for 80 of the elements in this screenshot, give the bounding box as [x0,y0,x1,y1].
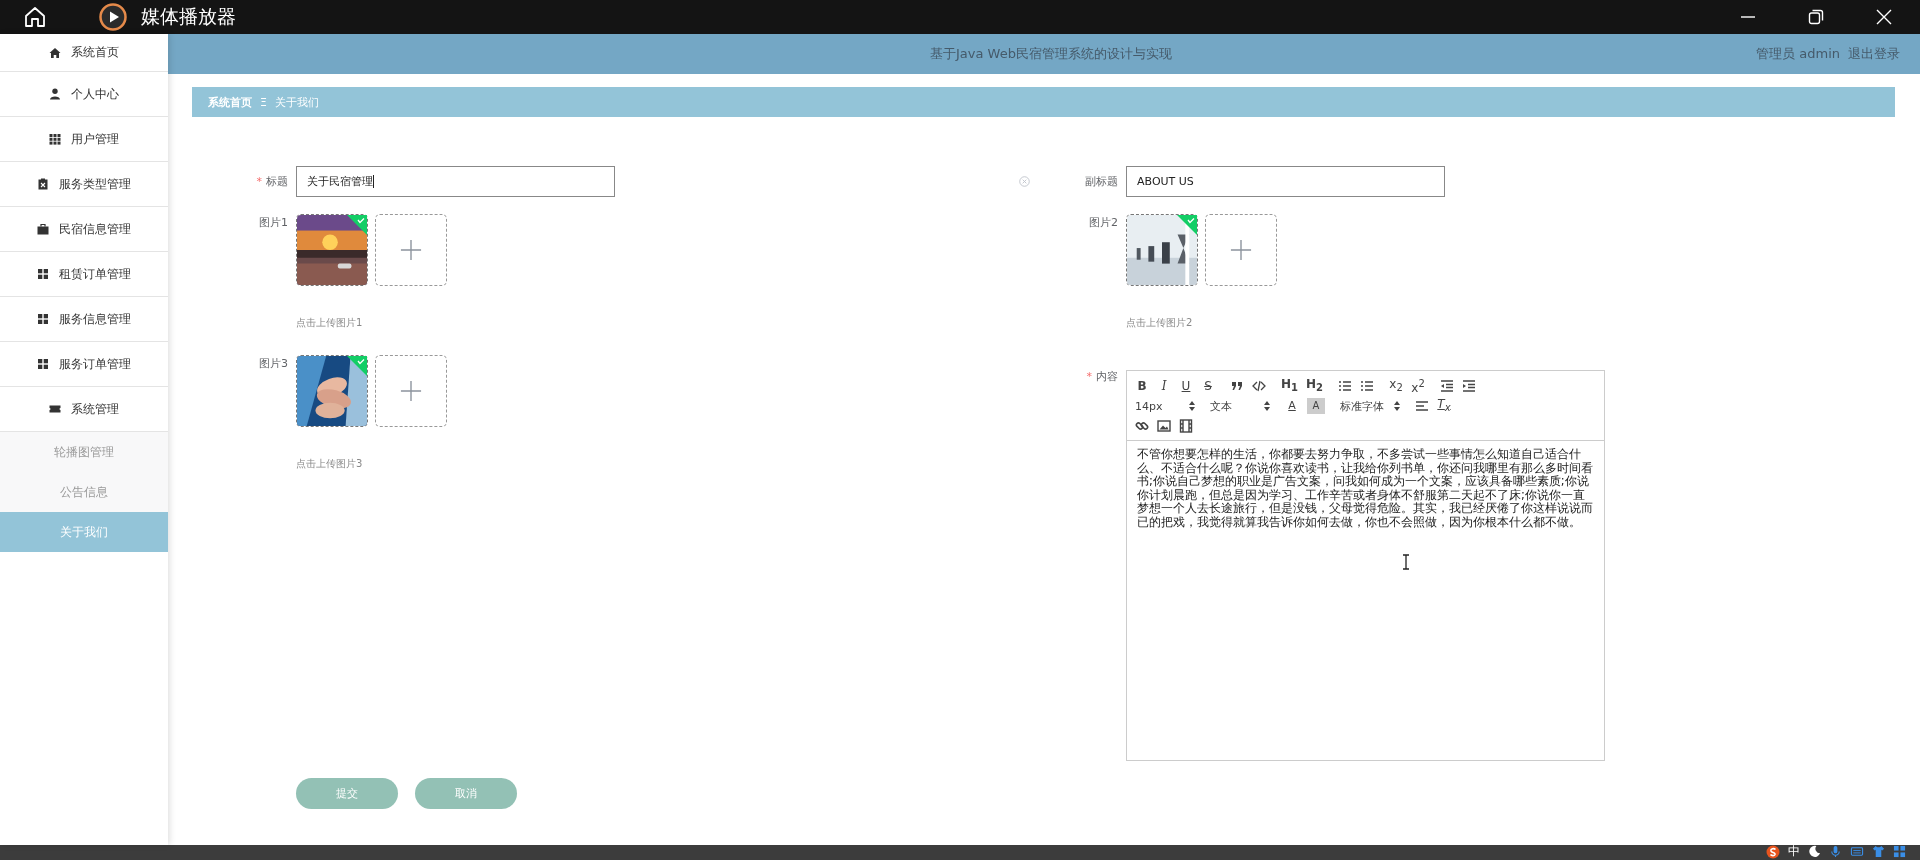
code-icon[interactable] [1252,379,1266,393]
upload-button[interactable] [375,214,447,286]
field-label: * 内容 [1085,370,1118,384]
field-label: 副标题 [1084,174,1118,190]
success-corner-icon [1177,215,1197,235]
keyboard-icon[interactable] [1850,845,1864,858]
video-icon[interactable] [1179,419,1193,433]
moon-icon[interactable] [1808,845,1821,858]
format-button[interactable]: x$^{2}$ [1411,376,1426,396]
sidebar-item[interactable]: 服务信息管理 [0,297,168,342]
image-icon[interactable] [1157,419,1171,433]
sidebar-item[interactable]: 民宿信息管理 [0,207,168,252]
indent-icon[interactable] [1462,379,1477,393]
format-button[interactable]: I [1157,378,1171,394]
squares-icon [37,313,49,325]
grid-icon [49,133,61,145]
plus-icon [400,380,422,402]
format-button[interactable]: U [1179,378,1193,394]
input-method-icon[interactable] [1766,844,1780,859]
squares-icon [37,358,49,370]
updown-icon [1189,401,1195,411]
format-select[interactable]: 标准字体 [1340,398,1400,414]
updown-icon [1394,401,1400,411]
format-button[interactable]: x$_{2}$ [1389,375,1404,397]
app-title: 媒体播放器 [141,4,236,29]
plus-icon [400,239,422,261]
upload-button[interactable] [1205,214,1277,286]
format-button[interactable]: H$_{2}$ [1306,375,1324,397]
close-icon[interactable] [1876,9,1892,25]
plus-icon [1230,239,1252,261]
outdent-icon[interactable] [1440,379,1455,393]
format-button[interactable]: S [1201,378,1215,394]
format-button[interactable]: A [1307,398,1325,414]
sidebar-item[interactable]: 服务类型管理 [0,162,168,207]
link-icon[interactable] [1135,419,1149,433]
upload-hint: 点击上传图片3 [296,457,364,471]
sidebar-item[interactable]: 租赁订单管理 [0,252,168,297]
shirt-icon[interactable] [1872,845,1885,858]
input-mode-label[interactable]: 中 [1788,843,1800,860]
align-icon[interactable] [1415,399,1429,413]
format-select[interactable]: 文本 [1210,398,1270,414]
format-button[interactable]: H$_{1}$ [1281,375,1298,397]
ticket-icon [49,403,61,415]
upload-hint: 点击上传图片2 [1126,316,1194,330]
format-button[interactable]: T$_{x}$ [1437,395,1451,417]
upload-button[interactable] [375,355,447,427]
field-label: * 标题 [255,174,288,190]
success-corner-icon [347,215,367,235]
format-select[interactable]: 14px [1135,399,1195,413]
field-label: 图片3 [258,356,288,372]
upload-hint: 点击上传图片1 [296,316,364,330]
editor-text[interactable]: 不管你想要怎样的生活，你都要去努力争取，不多尝试一些事情怎么知道自己适合什么、不适合什么呢？你说你喜欢读书，让我给你列书单，你还问我哪里有那么多时间看书;你说自己梦想的职业是广告文案，问我如何成为一个文案，应该具备哪些素质;你说你计划晨跑，但总是因为学习、工作辛苦或者身体不舒服第二天起不了床;你说你一直梦想一个人去长途旅行，但是没钱，父母觉得危险。其实，我已经厌倦了你这样说说而已的把戏，我觉得就算我告诉你如何去做，你也不会照做，因为你根本什么都不做。 [1127,441,1604,536]
person-icon [49,88,61,100]
ordered-list-icon[interactable] [1338,379,1353,393]
user-label: 管理员 admin [1756,45,1840,63]
squares-icon [37,268,49,280]
format-button[interactable]: A [1285,398,1299,414]
quote-icon[interactable] [1230,379,1244,393]
text-field[interactable]: 关于民宿管理 [296,166,615,197]
microphone-icon[interactable] [1829,845,1842,858]
field-label: 图片1 [258,215,288,231]
briefcase-icon [37,223,49,235]
sidebar-item[interactable]: 服务订单管理 [0,342,168,387]
text-field[interactable]: ABOUT US [1126,166,1445,197]
restore-icon[interactable] [1808,9,1824,25]
clipboard-icon [37,178,49,190]
separator-glyph: Ξ [260,95,267,109]
format-button[interactable]: B [1135,378,1149,394]
success-corner-icon [347,356,367,376]
text-cursor-icon [1402,554,1410,570]
sidebar-item[interactable]: 个人中心 [0,72,168,117]
updown-icon [1264,401,1270,411]
play-icon [99,3,127,31]
home-icon [49,46,61,59]
home-icon[interactable] [23,5,47,29]
apps-icon[interactable] [1893,845,1906,858]
field-label: 图片2 [1088,215,1118,231]
system-title: 基于Java Web民宿管理系统的设计与实现 [930,45,1172,63]
sidebar-item[interactable]: 用户管理 [0,117,168,162]
bullet-list-icon[interactable] [1360,379,1375,393]
